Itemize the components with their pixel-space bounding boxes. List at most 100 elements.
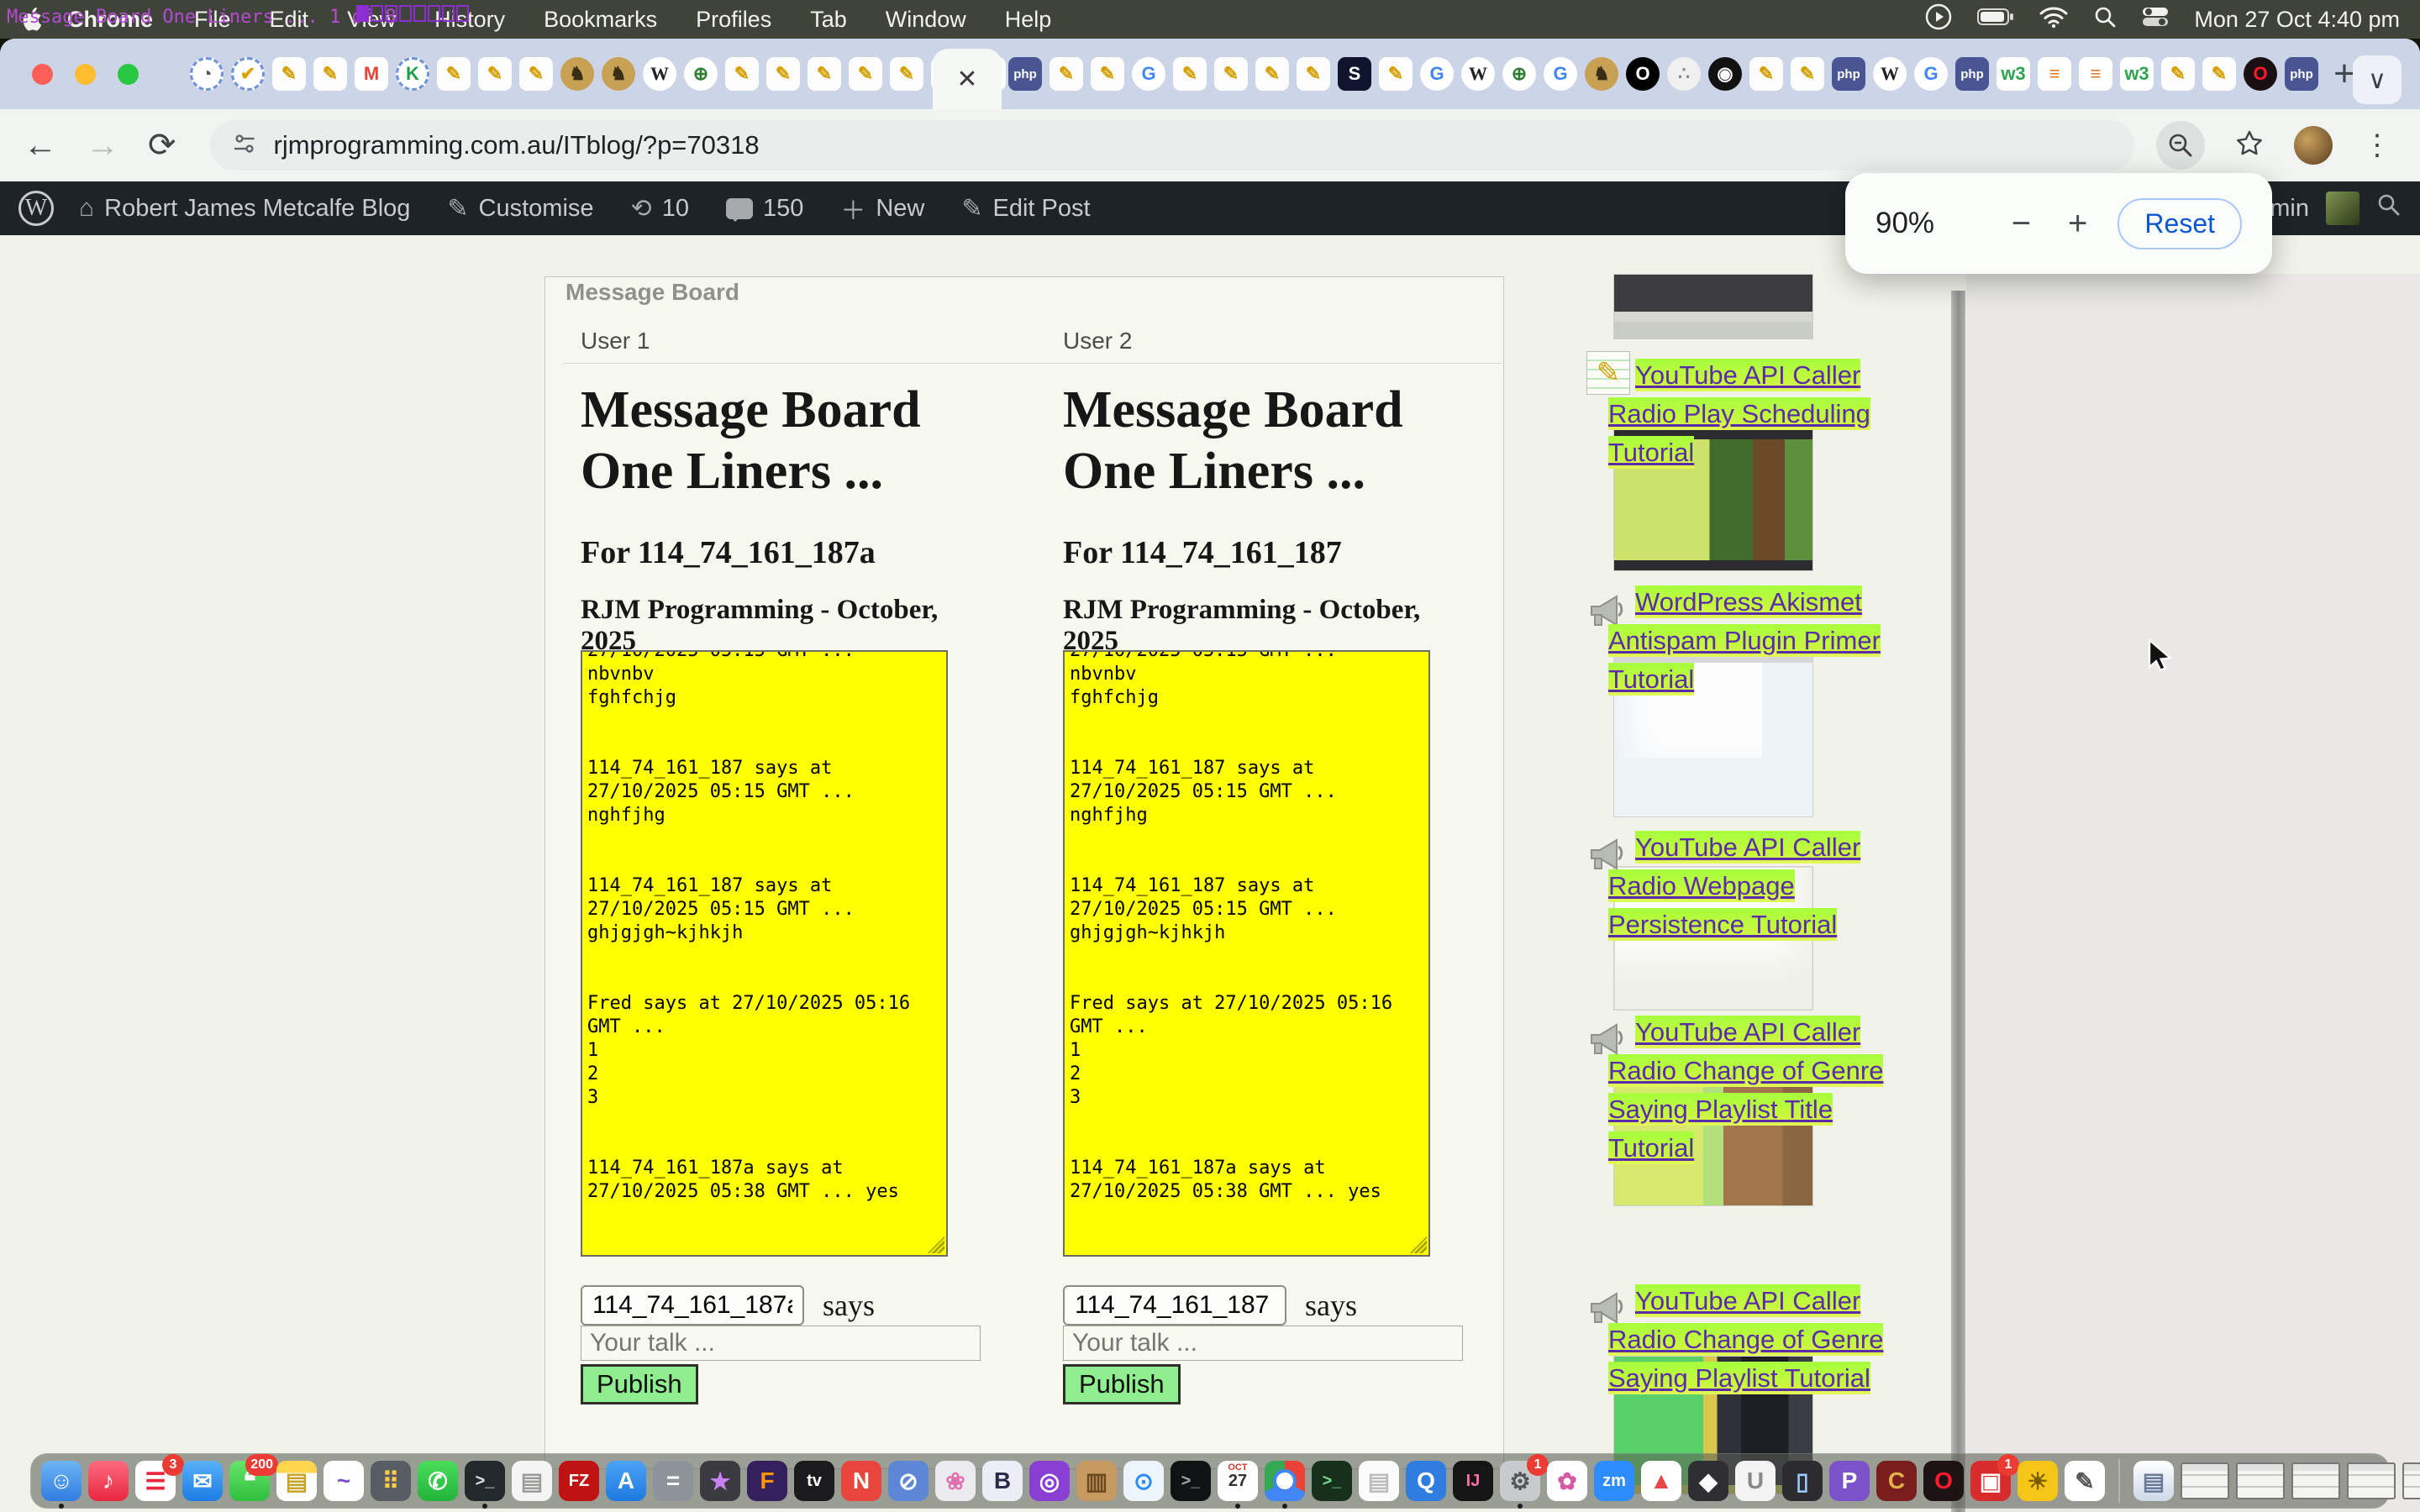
tab-favicon-cbs[interactable]: ◉ <box>1708 57 1742 91</box>
tab-favicon-w3[interactable]: w3 <box>2120 57 2154 91</box>
dock-iphone-mirroring[interactable]: ▯ <box>1782 1461 1823 1501</box>
tab-favicon-pencil[interactable]: ✎ <box>890 57 923 91</box>
tab-favicon-pencil[interactable]: ✎ <box>437 57 471 91</box>
publish-button[interactable]: Publish <box>1063 1364 1181 1404</box>
dock-focus[interactable]: ⊘ <box>888 1461 929 1501</box>
tab-favicon-pencil[interactable]: ✎ <box>2161 57 2195 91</box>
omnibox[interactable]: rjmprogramming.com.au/ITblog/?p=70318 <box>210 120 2134 171</box>
admin-new-link[interactable]: ＋ New <box>840 190 924 227</box>
dock-calendar[interactable]: 27OCT <box>1218 1461 1258 1501</box>
tab-favicon-pencil[interactable]: ✎ <box>478 57 512 91</box>
dock-opera[interactable]: O <box>1923 1461 1964 1501</box>
menu-clock[interactable]: Mon 27 Oct 4:40 pm <box>2194 7 2400 33</box>
dock-reminders[interactable]: ☰3 <box>135 1461 176 1501</box>
tab-favicon-gmail[interactable]: M <box>355 57 388 91</box>
admin-avatar[interactable] <box>2326 192 2360 225</box>
dock-podcasts[interactable]: ◎ <box>1029 1461 1070 1501</box>
tab-favicon-dots[interactable]: ∴ <box>1667 57 1701 91</box>
dock-notes[interactable]: ▤ <box>276 1461 317 1501</box>
tab-favicon-php[interactable]: php <box>1955 57 1989 91</box>
dock-launchpad[interactable]: ⠿ <box>371 1461 411 1501</box>
dock-lightbulb-app[interactable]: ☀ <box>2018 1461 2058 1501</box>
control-center-icon[interactable] <box>2142 7 2169 33</box>
menu-item-help[interactable]: Help <box>986 7 1071 33</box>
sidebar-tutorial-link[interactable]: YouTube API Caller Radio Webpage Persist… <box>1608 831 1860 941</box>
dock-tooth[interactable]: U <box>1735 1461 1776 1501</box>
menu-item-tab[interactable]: Tab <box>791 7 866 33</box>
tab-favicon-emu[interactable]: ♞ <box>560 57 594 91</box>
zoom-out-button[interactable]: − <box>2012 205 2031 243</box>
talk-input[interactable] <box>581 1326 981 1361</box>
admin-updates-link[interactable]: ⟲ 10 <box>631 194 689 223</box>
dock-calculator[interactable]: = <box>653 1461 693 1501</box>
dock-chrome[interactable] <box>1265 1461 1305 1501</box>
dock-mail[interactable]: ✉ <box>182 1461 223 1501</box>
tab-favicon-pencil[interactable]: ✎ <box>1255 57 1289 91</box>
dock-preview[interactable]: ▤ <box>1359 1461 1399 1501</box>
tab-favicon-pencil[interactable]: ✎ <box>272 57 306 91</box>
tab-favicon-sdark[interactable]: S <box>1338 57 1371 91</box>
dock-compass-app[interactable]: C <box>1876 1461 1917 1501</box>
chat-log-textarea[interactable]: 27/10/2025 05:15 GMT ... nbvnbv fghfchjg… <box>1063 650 1430 1257</box>
admin-comments-link[interactable]: 150 <box>726 195 803 223</box>
dock-intellij[interactable]: IJ <box>1453 1461 1493 1501</box>
tab-favicon-pencil[interactable]: ✎ <box>1791 57 1824 91</box>
sidebar-tutorial-link[interactable]: WordPress Akismet Antispam Plugin Primer… <box>1608 585 1881 696</box>
menu-item-profiles[interactable]: Profiles <box>676 7 791 33</box>
tab-favicon-pencil[interactable]: ✎ <box>519 57 553 91</box>
tab-search-chevron-icon[interactable]: ∨ <box>2353 55 2402 104</box>
tab-favicon-pencil[interactable]: ✎ <box>1050 57 1083 91</box>
tab-favicon-google[interactable]: G <box>1420 57 1454 91</box>
dock-minimized-window[interactable] <box>2236 1462 2285 1499</box>
dock-terminal[interactable]: >_ <box>465 1461 505 1501</box>
dock-archive[interactable]: ▥ <box>1076 1461 1117 1501</box>
tab-favicon-stack[interactable]: ≡ <box>2079 57 2112 91</box>
dock-kite[interactable]: ▲ <box>1641 1461 1681 1501</box>
dock-apple-tv[interactable]: tv <box>794 1461 834 1501</box>
url-text[interactable]: rjmprogramming.com.au/ITblog/?p=70318 <box>274 130 760 160</box>
minimize-window-button[interactable] <box>75 64 96 85</box>
tab-favicon-pencil[interactable]: ✎ <box>1749 57 1783 91</box>
wifi-icon[interactable] <box>2039 6 2068 34</box>
dock-photos[interactable]: ❀ <box>935 1461 976 1501</box>
dock-draft-notes[interactable]: ✎ <box>2065 1461 2105 1501</box>
tab-favicon-pencil[interactable]: ✎ <box>849 57 882 91</box>
tab-favicon-emu[interactable]: ♞ <box>602 57 635 91</box>
dock-app-store[interactable]: A <box>606 1461 646 1501</box>
tab-favicon-check[interactable]: ✔ <box>231 57 265 91</box>
tab-favicon-pencil[interactable]: ✎ <box>2202 57 2236 91</box>
zoom-reset-button[interactable]: Reset <box>2118 198 2242 249</box>
tab-favicon-wiki[interactable]: W <box>1461 57 1495 91</box>
tab-favicon-wiki[interactable]: W <box>1873 57 1907 91</box>
dock-filezilla[interactable]: FZ <box>559 1461 599 1501</box>
dock-minimized-window[interactable] <box>2347 1462 2396 1499</box>
tab-favicon-globe[interactable]: ⊕ <box>1502 57 1536 91</box>
dock-music[interactable]: ♪ <box>88 1461 129 1501</box>
tab-favicon-pencil[interactable]: ✎ <box>725 57 759 91</box>
zoom-in-button[interactable]: + <box>2068 205 2087 243</box>
tab-favicon-wiki[interactable]: W <box>643 57 676 91</box>
sidebar-thumbnail[interactable] <box>1613 274 1813 339</box>
talk-input[interactable] <box>1063 1326 1463 1361</box>
tab-favicon-pencil[interactable]: ✎ <box>1297 57 1330 91</box>
tab-favicon-pencil[interactable]: ✎ <box>1214 57 1248 91</box>
spotlight-icon[interactable] <box>2093 5 2117 34</box>
tab-favicon-globe[interactable]: ⊕ <box>684 57 718 91</box>
tab-favicon-php[interactable]: php <box>2285 57 2318 91</box>
admin-search-icon[interactable] <box>2376 192 2402 224</box>
publish-button[interactable]: Publish <box>581 1364 698 1404</box>
dock-news[interactable]: N <box>841 1461 881 1501</box>
dock-zoom[interactable]: zm <box>1594 1461 1634 1501</box>
tab-favicon-pencil[interactable]: ✎ <box>766 57 800 91</box>
tab-favicon-pencil[interactable]: ✎ <box>1173 57 1207 91</box>
admin-site-link[interactable]: ⌂ Robert James Metcalfe Blog <box>79 194 410 223</box>
dock-minimized-window[interactable] <box>2181 1462 2229 1499</box>
wordpress-logo-icon[interactable]: W <box>18 191 54 226</box>
active-tab[interactable]: ✕ <box>933 49 1002 109</box>
dock-textedit[interactable]: ▤ <box>512 1461 552 1501</box>
dock-minimized-window[interactable] <box>2402 1462 2420 1499</box>
dock-finder[interactable]: ☺ <box>41 1461 82 1501</box>
dock-iterm[interactable]: >_ <box>1171 1461 1211 1501</box>
dock-messages[interactable]: ❝200 <box>229 1461 270 1501</box>
menu-item-window[interactable]: Window <box>866 7 986 33</box>
